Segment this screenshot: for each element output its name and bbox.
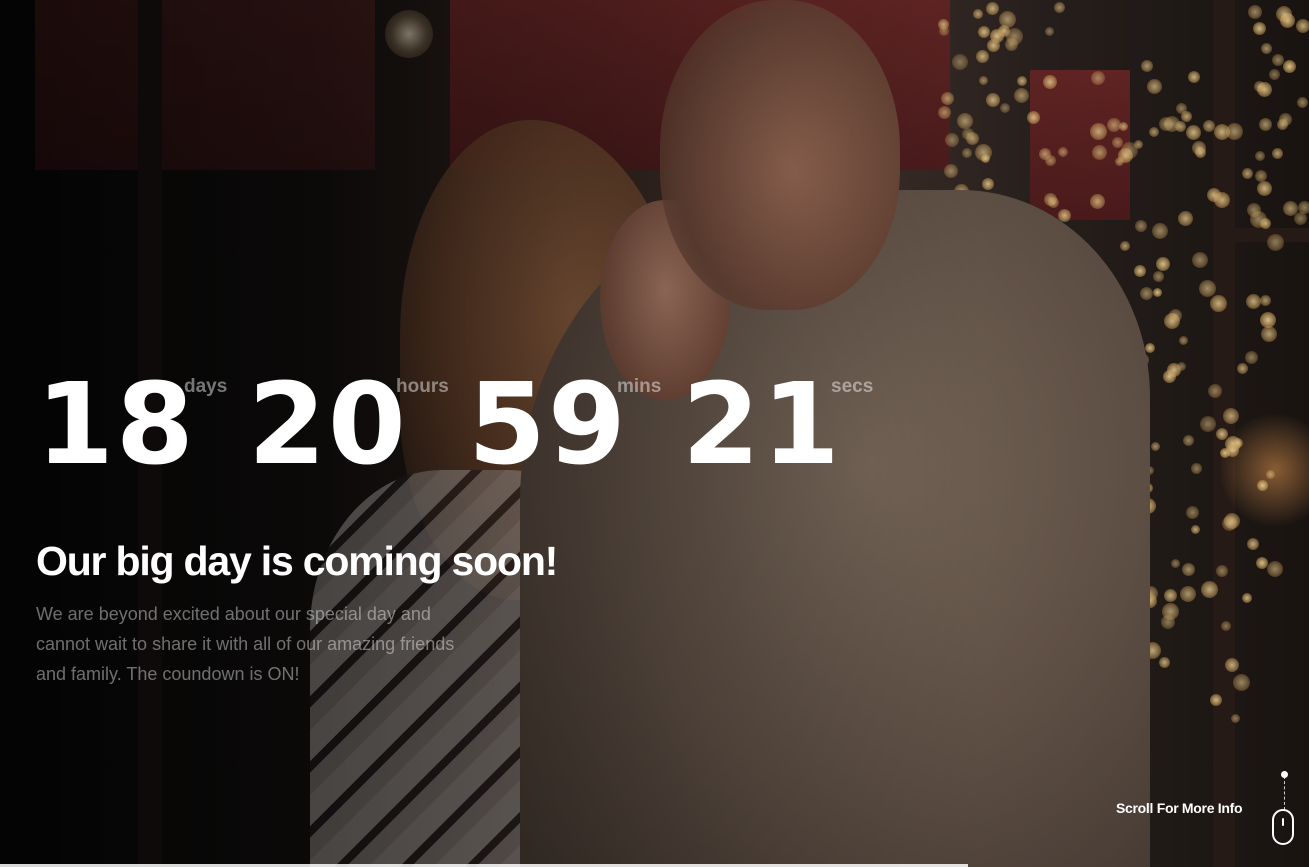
mouse-icon[interactable] (1272, 809, 1294, 845)
countdown-secs-value: 21 (682, 360, 842, 490)
hero-section: 18 days 20 hours 59 mins 21 secs Our big… (0, 0, 1309, 867)
countdown-days-value: 18 (36, 360, 196, 490)
scroll-label[interactable]: Scroll For More Info (1116, 800, 1243, 816)
countdown-days-label: days (184, 376, 228, 397)
mouse-wheel (1282, 818, 1284, 826)
hero-intro-text: We are beyond excited about our special … (36, 604, 455, 684)
hero-headline: Our big day is coming soon! (36, 538, 558, 584)
countdown-hours-label: hours (396, 376, 449, 397)
countdown-secs-label: secs (831, 376, 874, 397)
scroll-track (1284, 776, 1285, 810)
countdown-hours-value: 20 (248, 360, 408, 490)
countdown-mins-label: mins (617, 376, 662, 397)
dark-overlay (0, 0, 1309, 867)
countdown-mins-value: 59 (468, 360, 628, 490)
